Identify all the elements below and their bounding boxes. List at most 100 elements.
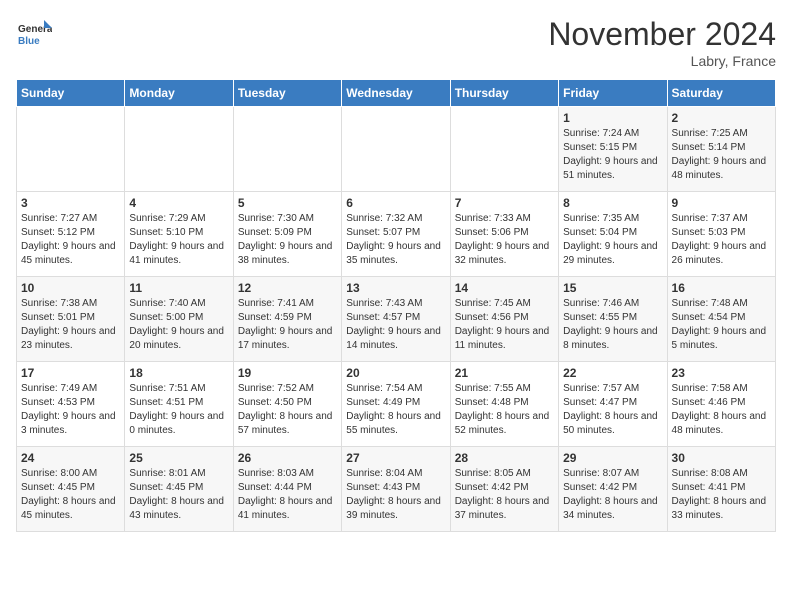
calendar-day-cell: 22 Sunrise: 7:57 AM Sunset: 4:47 PM Dayli… bbox=[559, 362, 667, 447]
day-number: 27 bbox=[346, 451, 445, 465]
title-area: November 2024 Labry, France bbox=[548, 16, 776, 69]
day-info: Sunrise: 7:45 AM Sunset: 4:56 PM Dayligh… bbox=[455, 297, 554, 353]
day-of-week-header: Saturday bbox=[667, 80, 775, 107]
day-info: Sunrise: 7:35 AM Sunset: 5:04 PM Dayligh… bbox=[563, 212, 662, 268]
day-number: 13 bbox=[346, 281, 445, 295]
day-info: Sunrise: 7:24 AM Sunset: 5:15 PM Dayligh… bbox=[563, 127, 662, 183]
day-info: Sunrise: 7:29 AM Sunset: 5:10 PM Dayligh… bbox=[129, 212, 228, 268]
day-number: 20 bbox=[346, 366, 445, 380]
day-info: Sunrise: 7:55 AM Sunset: 4:48 PM Dayligh… bbox=[455, 382, 554, 438]
logo-icon: General Blue bbox=[16, 16, 52, 52]
day-info: Sunrise: 8:01 AM Sunset: 4:45 PM Dayligh… bbox=[129, 467, 228, 523]
day-number: 4 bbox=[129, 196, 228, 210]
month-title: November 2024 bbox=[548, 16, 776, 53]
calendar-day-cell: 14 Sunrise: 7:45 AM Sunset: 4:56 PM Dayli… bbox=[450, 277, 558, 362]
day-number: 3 bbox=[21, 196, 120, 210]
calendar-day-cell: 28Sunrise: 8:05 AM Sunset: 4:42 PM Dayli… bbox=[450, 447, 558, 532]
day-number: 18 bbox=[129, 366, 228, 380]
day-number: 24 bbox=[21, 451, 120, 465]
day-info: Sunrise: 7:37 AM Sunset: 5:03 PM Dayligh… bbox=[672, 212, 771, 268]
calendar-day-cell: 2Sunrise: 7:25 AM Sunset: 5:14 PM Daylig… bbox=[667, 107, 775, 192]
day-info: Sunrise: 7:41 AM Sunset: 4:59 PM Dayligh… bbox=[238, 297, 337, 353]
days-header-row: SundayMondayTuesdayWednesdayThursdayFrid… bbox=[17, 80, 776, 107]
calendar-week-row: 10Sunrise: 7:38 AM Sunset: 5:01 PM Dayli… bbox=[17, 277, 776, 362]
calendar-day-cell: 20 Sunrise: 7:54 AM Sunset: 4:49 PM Dayli… bbox=[342, 362, 450, 447]
calendar-day-cell: 24 Sunrise: 8:00 AM Sunset: 4:45 PM Dayli… bbox=[17, 447, 125, 532]
calendar-day-cell: 1 Sunrise: 7:24 AM Sunset: 5:15 PM Daylig… bbox=[559, 107, 667, 192]
day-info: Sunrise: 7:49 AM Sunset: 4:53 PM Dayligh… bbox=[21, 382, 120, 438]
calendar-day-cell: 10Sunrise: 7:38 AM Sunset: 5:01 PM Dayli… bbox=[17, 277, 125, 362]
day-number: 1 bbox=[563, 111, 662, 125]
day-info: Sunrise: 7:30 AM Sunset: 5:09 PM Dayligh… bbox=[238, 212, 337, 268]
header: General Blue November 2024 Labry, France bbox=[16, 16, 776, 69]
calendar-day-cell: 11Sunrise: 7:40 AM Sunset: 5:00 PM Dayli… bbox=[125, 277, 233, 362]
day-number: 22 bbox=[563, 366, 662, 380]
day-number: 7 bbox=[455, 196, 554, 210]
day-number: 14 bbox=[455, 281, 554, 295]
day-of-week-header: Tuesday bbox=[233, 80, 341, 107]
calendar-table: SundayMondayTuesdayWednesdayThursdayFrid… bbox=[16, 79, 776, 532]
calendar-week-row: 1 Sunrise: 7:24 AM Sunset: 5:15 PM Daylig… bbox=[17, 107, 776, 192]
calendar-day-cell: 15 Sunrise: 7:46 AM Sunset: 4:55 PM Dayli… bbox=[559, 277, 667, 362]
day-of-week-header: Friday bbox=[559, 80, 667, 107]
calendar-day-cell: 5 Sunrise: 7:30 AM Sunset: 5:09 PM Daylig… bbox=[233, 192, 341, 277]
day-info: Sunrise: 7:48 AM Sunset: 4:54 PM Dayligh… bbox=[672, 297, 771, 353]
calendar-day-cell: 8 Sunrise: 7:35 AM Sunset: 5:04 PM Daylig… bbox=[559, 192, 667, 277]
day-number: 8 bbox=[563, 196, 662, 210]
day-info: Sunrise: 8:08 AM Sunset: 4:41 PM Dayligh… bbox=[672, 467, 771, 523]
calendar-day-cell: 4 Sunrise: 7:29 AM Sunset: 5:10 PM Daylig… bbox=[125, 192, 233, 277]
day-info: Sunrise: 7:51 AM Sunset: 4:51 PM Dayligh… bbox=[129, 382, 228, 438]
location: Labry, France bbox=[548, 53, 776, 69]
day-of-week-header: Monday bbox=[125, 80, 233, 107]
calendar-day-cell bbox=[17, 107, 125, 192]
day-number: 29 bbox=[563, 451, 662, 465]
calendar-day-cell bbox=[342, 107, 450, 192]
day-info: Sunrise: 7:52 AM Sunset: 4:50 PM Dayligh… bbox=[238, 382, 337, 438]
calendar-day-cell bbox=[450, 107, 558, 192]
calendar-day-cell: 26Sunrise: 8:03 AM Sunset: 4:44 PM Dayli… bbox=[233, 447, 341, 532]
day-info: Sunrise: 7:46 AM Sunset: 4:55 PM Dayligh… bbox=[563, 297, 662, 353]
calendar-day-cell: 9 Sunrise: 7:37 AM Sunset: 5:03 PM Daylig… bbox=[667, 192, 775, 277]
day-info: Sunrise: 7:54 AM Sunset: 4:49 PM Dayligh… bbox=[346, 382, 445, 438]
calendar-day-cell: 30 Sunrise: 8:08 AM Sunset: 4:41 PM Dayli… bbox=[667, 447, 775, 532]
calendar-day-cell: 7Sunrise: 7:33 AM Sunset: 5:06 PM Daylig… bbox=[450, 192, 558, 277]
calendar-day-cell: 13 Sunrise: 7:43 AM Sunset: 4:57 PM Dayli… bbox=[342, 277, 450, 362]
logo: General Blue bbox=[16, 16, 52, 52]
day-info: Sunrise: 7:27 AM Sunset: 5:12 PM Dayligh… bbox=[21, 212, 120, 268]
day-number: 15 bbox=[563, 281, 662, 295]
calendar-day-cell: 21 Sunrise: 7:55 AM Sunset: 4:48 PM Dayli… bbox=[450, 362, 558, 447]
day-number: 17 bbox=[21, 366, 120, 380]
calendar-day-cell: 12 Sunrise: 7:41 AM Sunset: 4:59 PM Dayli… bbox=[233, 277, 341, 362]
day-number: 30 bbox=[672, 451, 771, 465]
calendar-day-cell: 27 Sunrise: 8:04 AM Sunset: 4:43 PM Dayli… bbox=[342, 447, 450, 532]
day-info: Sunrise: 8:07 AM Sunset: 4:42 PM Dayligh… bbox=[563, 467, 662, 523]
day-number: 21 bbox=[455, 366, 554, 380]
calendar-day-cell bbox=[125, 107, 233, 192]
day-info: Sunrise: 8:00 AM Sunset: 4:45 PM Dayligh… bbox=[21, 467, 120, 523]
day-info: Sunrise: 7:32 AM Sunset: 5:07 PM Dayligh… bbox=[346, 212, 445, 268]
calendar-week-row: 17 Sunrise: 7:49 AM Sunset: 4:53 PM Dayli… bbox=[17, 362, 776, 447]
day-info: Sunrise: 8:04 AM Sunset: 4:43 PM Dayligh… bbox=[346, 467, 445, 523]
day-number: 11 bbox=[129, 281, 228, 295]
calendar-week-row: 24 Sunrise: 8:00 AM Sunset: 4:45 PM Dayli… bbox=[17, 447, 776, 532]
day-number: 5 bbox=[238, 196, 337, 210]
calendar-day-cell: 6 Sunrise: 7:32 AM Sunset: 5:07 PM Daylig… bbox=[342, 192, 450, 277]
calendar-day-cell: 16 Sunrise: 7:48 AM Sunset: 4:54 PM Dayli… bbox=[667, 277, 775, 362]
day-info: Sunrise: 7:25 AM Sunset: 5:14 PM Dayligh… bbox=[672, 127, 771, 183]
day-number: 19 bbox=[238, 366, 337, 380]
day-info: Sunrise: 7:58 AM Sunset: 4:46 PM Dayligh… bbox=[672, 382, 771, 438]
day-info: Sunrise: 7:43 AM Sunset: 4:57 PM Dayligh… bbox=[346, 297, 445, 353]
day-number: 12 bbox=[238, 281, 337, 295]
day-number: 10 bbox=[21, 281, 120, 295]
day-number: 25 bbox=[129, 451, 228, 465]
day-number: 6 bbox=[346, 196, 445, 210]
day-info: Sunrise: 7:57 AM Sunset: 4:47 PM Dayligh… bbox=[563, 382, 662, 438]
calendar-day-cell: 3 Sunrise: 7:27 AM Sunset: 5:12 PM Daylig… bbox=[17, 192, 125, 277]
calendar-day-cell: 29 Sunrise: 8:07 AM Sunset: 4:42 PM Dayli… bbox=[559, 447, 667, 532]
calendar-day-cell: 17 Sunrise: 7:49 AM Sunset: 4:53 PM Dayli… bbox=[17, 362, 125, 447]
day-number: 9 bbox=[672, 196, 771, 210]
calendar-day-cell: 19 Sunrise: 7:52 AM Sunset: 4:50 PM Dayli… bbox=[233, 362, 341, 447]
day-number: 16 bbox=[672, 281, 771, 295]
day-of-week-header: Thursday bbox=[450, 80, 558, 107]
svg-text:Blue: Blue bbox=[18, 36, 40, 47]
